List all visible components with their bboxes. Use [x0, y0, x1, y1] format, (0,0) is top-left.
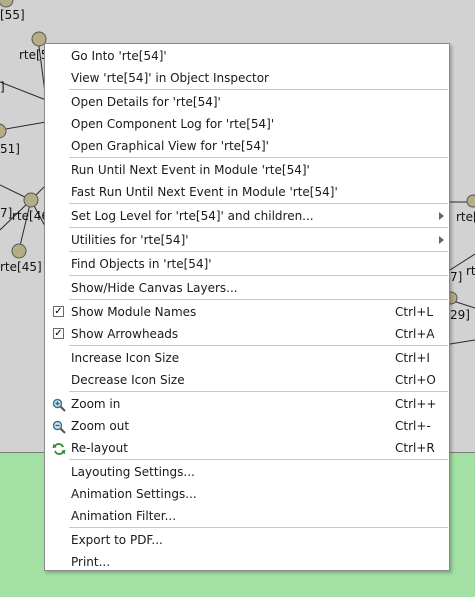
menu-item-zoom-out[interactable]: Zoom out Ctrl+-: [45, 415, 449, 437]
menu-item-view-in-object-inspector[interactable]: View 'rte[54]' in Object Inspector: [45, 67, 449, 89]
menu-item-label: Show Arrowheads: [71, 327, 179, 341]
menu-item-open-graphical-view-for[interactable]: Open Graphical View for 'rte[54]': [45, 135, 449, 157]
menu-item-show-hide-canvas-layers[interactable]: Show/Hide Canvas Layers...: [45, 277, 449, 299]
menu-item-set-log-level-for-and-children[interactable]: Set Log Level for 'rte[54]' and children…: [45, 205, 449, 227]
menu-item-utilities-for[interactable]: Utilities for 'rte[54]': [45, 229, 449, 251]
menu-item-find-objects-in[interactable]: Find Objects in 'rte[54]': [45, 253, 449, 275]
checkbox-icon[interactable]: ✓: [53, 328, 64, 339]
menu-item-fast-run-until-next-event-in-module[interactable]: Fast Run Until Next Event in Module 'rte…: [45, 181, 449, 203]
menu-item-animation-settings[interactable]: Animation Settings...: [45, 483, 449, 505]
menu-item-label: Run Until Next Event in Module 'rte[54]': [71, 163, 310, 177]
node-label: ]: [0, 80, 5, 94]
node-label: 51]: [0, 142, 20, 156]
menu-item-label: Layouting Settings...: [71, 465, 195, 479]
shortcut-label: Ctrl+I: [395, 351, 430, 365]
shortcut-label: Ctrl+R: [395, 441, 435, 455]
shortcut-label: Ctrl+L: [395, 305, 434, 319]
shortcut-label: Ctrl+O: [395, 373, 436, 387]
menu-item-label: View 'rte[54]' in Object Inspector: [71, 71, 269, 85]
menu-item-show-arrowheads[interactable]: ✓ Show Arrowheads Ctrl+A: [45, 323, 449, 345]
menu-item-label: Zoom in: [71, 397, 121, 411]
node-label: rte[: [456, 210, 475, 224]
menu-item-open-component-log-for[interactable]: Open Component Log for 'rte[54]': [45, 113, 449, 135]
shortcut-label: Ctrl++: [395, 397, 437, 411]
menu-item-label: Go Into 'rte[54]': [71, 49, 167, 63]
submenu-arrow-icon: [439, 212, 444, 220]
menu-item-re-layout[interactable]: Re-layout Ctrl+R: [45, 437, 449, 459]
node-label: 7]: [450, 270, 463, 284]
menu-item-label: Open Component Log for 'rte[54]': [71, 117, 275, 131]
menu-item-label: Open Graphical View for 'rte[54]': [71, 139, 269, 153]
menu-item-label: Export to PDF...: [71, 533, 163, 547]
menu-item-label: Increase Icon Size: [71, 351, 180, 365]
node-label: 7]: [0, 206, 13, 220]
menu-item-print[interactable]: Print...: [45, 551, 449, 573]
zoom-in-icon: [52, 397, 66, 412]
menu-item-label: Set Log Level for 'rte[54]' and children…: [71, 209, 314, 223]
shortcut-label: Ctrl+-: [395, 419, 431, 433]
menu-item-label: Re-layout: [71, 441, 128, 455]
node-label: rte[45]: [0, 260, 42, 274]
zoom-out-icon: [52, 419, 66, 434]
menu-item-label: Show/Hide Canvas Layers...: [71, 281, 238, 295]
menu-item-label: Decrease Icon Size: [71, 373, 185, 387]
submenu-arrow-icon: [439, 236, 444, 244]
menu-item-run-until-next-event-in-module[interactable]: Run Until Next Event in Module 'rte[54]': [45, 159, 449, 181]
menu-item-label: Utilities for 'rte[54]': [71, 233, 189, 247]
node-label: rt: [466, 264, 475, 278]
menu-item-zoom-in[interactable]: Zoom in Ctrl++: [45, 393, 449, 415]
menu-item-label: Animation Filter...: [71, 509, 177, 523]
menu-item-label: Zoom out: [71, 419, 130, 433]
shortcut-label: Ctrl+A: [395, 327, 435, 341]
checkbox-icon[interactable]: ✓: [53, 306, 64, 317]
menu-item-label: Animation Settings...: [71, 487, 197, 501]
menu-item-label: Open Details for 'rte[54]': [71, 95, 221, 109]
relayout-icon: [52, 441, 66, 455]
menu-item-layouting-settings[interactable]: Layouting Settings...: [45, 461, 449, 483]
menu-item-label: Fast Run Until Next Event in Module 'rte…: [71, 185, 338, 199]
menu-item-export-to-pdf[interactable]: Export to PDF...: [45, 529, 449, 551]
menu-item-animation-filter[interactable]: Animation Filter...: [45, 505, 449, 527]
menu-item-increase-icon-size[interactable]: Increase Icon Size Ctrl+I: [45, 347, 449, 369]
menu-item-decrease-icon-size[interactable]: Decrease Icon Size Ctrl+O: [45, 369, 449, 391]
menu-item-label: Find Objects in 'rte[54]': [71, 257, 212, 271]
menu-item-open-details-for[interactable]: Open Details for 'rte[54]': [45, 91, 449, 113]
context-menu: Go Into 'rte[54]' View 'rte[54]' in Objec…: [44, 43, 450, 571]
node-label: [55]: [0, 8, 25, 22]
menu-item-show-module-names[interactable]: ✓ Show Module Names Ctrl+L: [45, 301, 449, 323]
menu-item-label: Show Module Names: [71, 305, 197, 319]
menu-item-go-into[interactable]: Go Into 'rte[54]': [45, 45, 449, 67]
menu-item-label: Print...: [71, 555, 111, 569]
node-label: 29]: [450, 308, 470, 322]
